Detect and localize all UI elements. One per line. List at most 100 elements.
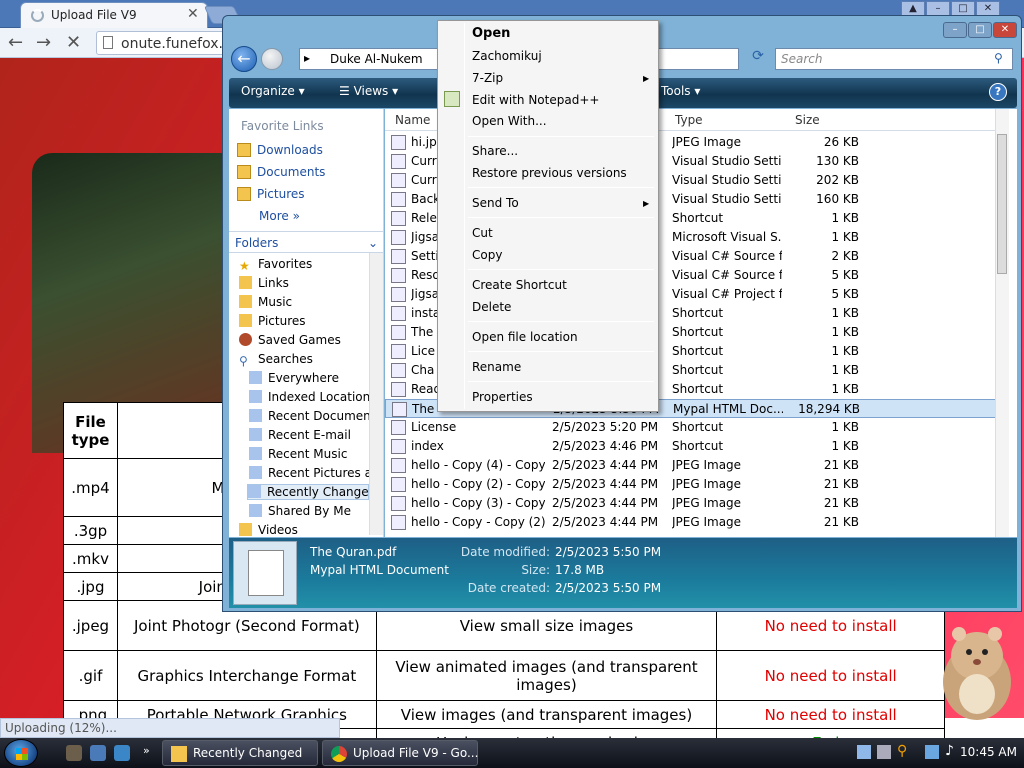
menu-item-open-with[interactable]: Open With... bbox=[472, 114, 547, 128]
folder-item[interactable]: Shared By Me bbox=[249, 504, 351, 518]
overflow-chevron-icon[interactable]: » bbox=[143, 744, 150, 757]
search-icon[interactable]: ⚲ bbox=[994, 51, 1003, 65]
forward-arrow-icon[interactable]: → bbox=[36, 32, 51, 53]
file-date: 2/5/2023 4:46 PM bbox=[552, 439, 659, 453]
folder-item[interactable]: Pictures bbox=[239, 314, 306, 328]
organize-button[interactable]: Organize ▾ bbox=[241, 84, 305, 98]
menu-item-zachomikuj[interactable]: Zachomikuj bbox=[472, 49, 542, 63]
file-size: 21 KB bbox=[823, 496, 859, 510]
file-icon bbox=[391, 192, 406, 207]
menu-item-edit-notepad[interactable]: Edit with Notepad++ bbox=[472, 93, 599, 107]
fav-link-more[interactable]: More » bbox=[259, 209, 300, 223]
details-filetype: Mypal HTML Document bbox=[310, 563, 449, 577]
stop-icon[interactable]: ✕ bbox=[66, 32, 81, 53]
folder-item[interactable]: Videos bbox=[239, 523, 298, 537]
show-desktop-icon[interactable] bbox=[114, 745, 130, 761]
file-type: Shortcut bbox=[672, 363, 724, 377]
network-icon[interactable] bbox=[925, 745, 939, 759]
volume-icon[interactable]: ♪ bbox=[945, 743, 954, 759]
table-cell: Graphics Interchange Format bbox=[116, 650, 377, 701]
file-size: 5 KB bbox=[831, 268, 859, 282]
close-button[interactable]: ✕ bbox=[993, 22, 1017, 38]
menu-item-cut[interactable]: Cut bbox=[472, 226, 493, 240]
start-button[interactable] bbox=[4, 739, 38, 767]
folder-item[interactable]: ⚲ Searches bbox=[239, 352, 313, 368]
maximize-button[interactable]: □ bbox=[968, 22, 992, 38]
folder-icon bbox=[239, 523, 252, 536]
file-size: 2 KB bbox=[831, 249, 859, 263]
close-tab-icon[interactable]: ✕ bbox=[187, 6, 199, 22]
file-icon bbox=[391, 154, 406, 169]
folder-item-selected[interactable]: Recently Changed bbox=[247, 484, 376, 500]
file-row[interactable]: hello - Copy - Copy (2)... 2/5/2023 4:44 … bbox=[385, 513, 1003, 532]
menu-item-send-to[interactable]: Send To bbox=[472, 196, 519, 210]
details-date-created-label: Date created: bbox=[467, 581, 550, 595]
details-size: 17.8 MB bbox=[555, 563, 605, 577]
back-arrow-icon[interactable]: ← bbox=[8, 32, 23, 53]
folder-item[interactable]: Everywhere bbox=[249, 371, 339, 385]
taskbar-button-explorer[interactable]: Recently Changed bbox=[162, 740, 318, 766]
windows-logo-icon bbox=[16, 748, 28, 760]
menu-item-share[interactable]: Share... bbox=[472, 144, 518, 158]
folder-item[interactable]: ★ Favorites bbox=[239, 257, 312, 273]
fav-link-downloads[interactable]: Downloads bbox=[237, 143, 323, 157]
fav-link-pictures[interactable]: Pictures bbox=[237, 187, 305, 201]
forward-button[interactable] bbox=[261, 48, 283, 70]
file-row[interactable]: hello - Copy (2) - Copy... 2/5/2023 4:44 … bbox=[385, 475, 1003, 494]
quicklaunch-icon[interactable] bbox=[90, 745, 106, 761]
column-name[interactable]: Name bbox=[395, 113, 430, 127]
folder-item[interactable]: Saved Games bbox=[239, 333, 341, 347]
menu-item-delete[interactable]: Delete bbox=[472, 300, 511, 314]
menu-item-rename[interactable]: Rename bbox=[472, 360, 521, 374]
clock[interactable]: 10:45 AM bbox=[960, 745, 1017, 759]
tray-icon[interactable] bbox=[877, 745, 891, 759]
browser-tab[interactable]: Upload File V9 ✕ bbox=[20, 2, 208, 28]
address-bar[interactable]: onute.funefox.com bbox=[96, 31, 253, 55]
folder-item[interactable]: Links bbox=[239, 276, 289, 290]
file-icon bbox=[391, 363, 406, 378]
tools-button[interactable]: Tools ▾ bbox=[661, 84, 700, 98]
games-icon bbox=[239, 333, 252, 346]
column-type[interactable]: Type bbox=[675, 113, 703, 127]
menu-item-restore-versions[interactable]: Restore previous versions bbox=[472, 166, 627, 180]
folder-item[interactable]: Recent Music bbox=[249, 447, 347, 461]
folders-header[interactable]: Folders ⌄ bbox=[229, 231, 384, 253]
table-cell: View animated images (and transparent im… bbox=[375, 650, 718, 701]
folder-item[interactable]: Recent E-mail bbox=[249, 428, 351, 442]
menu-item-open[interactable]: Open bbox=[472, 26, 510, 41]
file-icon bbox=[391, 211, 406, 226]
folder-item[interactable]: Recent Pictures an bbox=[249, 466, 380, 480]
menu-item-open-file-location[interactable]: Open file location bbox=[472, 330, 578, 344]
details-date-created: 2/5/2023 5:50 PM bbox=[555, 581, 662, 595]
menu-item-create-shortcut[interactable]: Create Shortcut bbox=[472, 278, 567, 292]
scrollbar-thumb[interactable] bbox=[997, 134, 1007, 274]
views-button[interactable]: ☰ Views ▾ bbox=[339, 84, 398, 98]
folder-item[interactable]: Music bbox=[239, 295, 292, 309]
file-row[interactable]: index 2/5/2023 4:46 PM Shortcut 1 KB bbox=[385, 437, 1003, 456]
minimize-button[interactable]: – bbox=[943, 22, 967, 38]
menu-item-7zip[interactable]: 7-Zip bbox=[472, 71, 503, 85]
tray-icon[interactable] bbox=[857, 745, 871, 759]
menu-item-copy[interactable]: Copy bbox=[472, 248, 502, 262]
file-icon bbox=[391, 230, 406, 245]
breadcrumb[interactable]: Duke Al-Nukem bbox=[330, 52, 423, 66]
search-input[interactable]: Search ⚲ bbox=[775, 48, 1013, 70]
file-icon bbox=[391, 287, 406, 302]
table-cell: No need to install bbox=[716, 650, 945, 701]
taskbar-button-chrome[interactable]: Upload File V9 - Go... bbox=[322, 740, 478, 766]
refresh-icon[interactable]: ⟳ bbox=[747, 48, 769, 70]
fav-link-documents[interactable]: Documents bbox=[237, 165, 325, 179]
file-row[interactable]: hello - Copy (4) - Copy... 2/5/2023 4:44 … bbox=[385, 456, 1003, 475]
menu-item-properties[interactable]: Properties bbox=[472, 390, 533, 404]
file-row[interactable]: hello - Copy (3) - Copy... 2/5/2023 4:44 … bbox=[385, 494, 1003, 513]
back-button[interactable]: ← bbox=[231, 46, 257, 72]
quicklaunch-icon[interactable] bbox=[66, 745, 82, 761]
file-row[interactable]: License 2/5/2023 5:20 PM Shortcut 1 KB bbox=[385, 418, 1003, 437]
file-size: 1 KB bbox=[831, 230, 859, 244]
folder-item[interactable]: Indexed Locations bbox=[249, 390, 377, 404]
folder-item[interactable]: Recent Documents bbox=[249, 409, 382, 423]
search-icon[interactable]: ⚲ bbox=[897, 743, 907, 759]
column-size[interactable]: Size bbox=[795, 113, 820, 127]
folders-scrollbar[interactable] bbox=[369, 253, 383, 535]
help-icon[interactable]: ? bbox=[989, 83, 1007, 101]
